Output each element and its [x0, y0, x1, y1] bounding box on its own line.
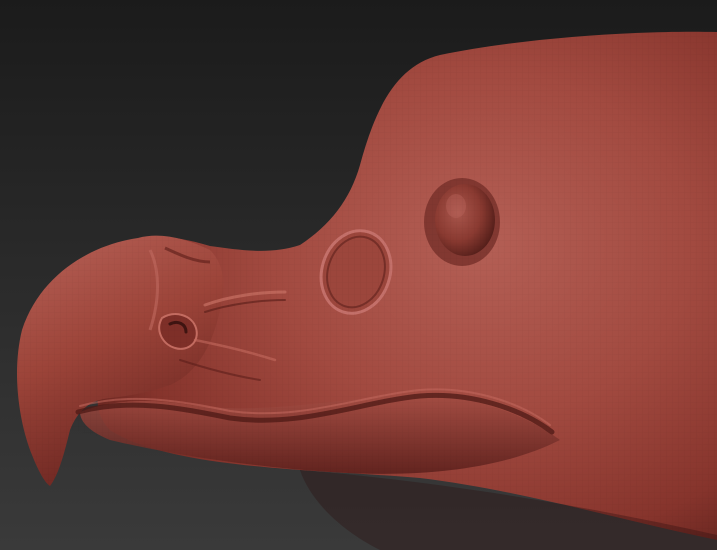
sculpt-viewport[interactable] — [0, 0, 717, 550]
sculpt-render — [0, 0, 717, 550]
